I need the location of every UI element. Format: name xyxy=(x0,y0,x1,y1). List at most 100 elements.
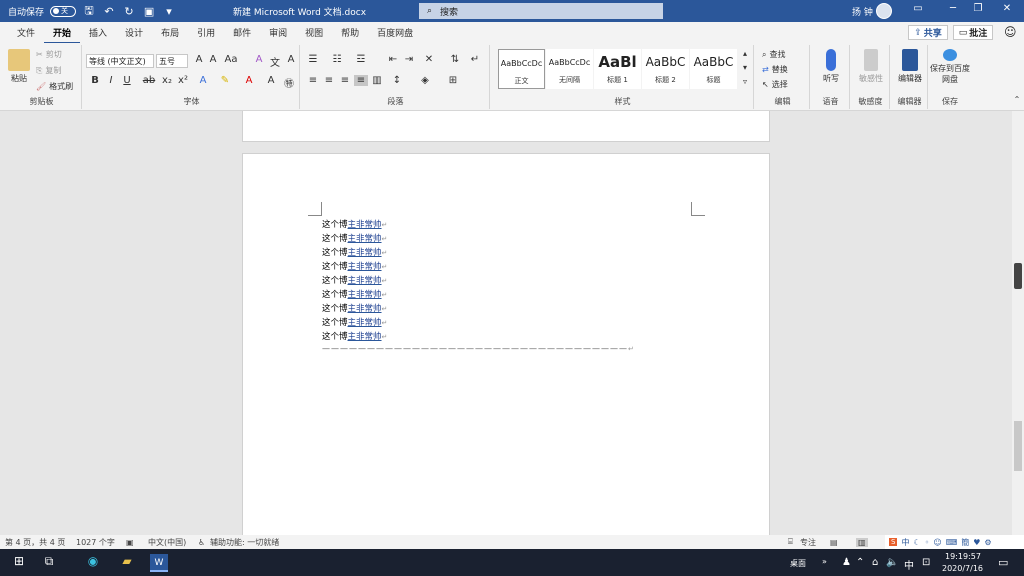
tab-help[interactable]: 帮助 xyxy=(332,26,368,39)
user-name[interactable]: 扬 钟 xyxy=(852,5,873,18)
change-case-icon[interactable]: Aa xyxy=(224,54,238,65)
style-no-spacing[interactable]: AaBbCcDc 无间隔 xyxy=(546,49,593,89)
text-line[interactable]: 这个博主非常帅↵ xyxy=(322,330,387,342)
line-spacing-icon[interactable]: ↕ xyxy=(390,75,404,86)
language-status[interactable]: 中文(中国) xyxy=(148,537,186,548)
punct-icon[interactable]: ◦ xyxy=(925,538,930,547)
shrink-font-icon[interactable]: A xyxy=(206,54,220,65)
styles-scroll-up-icon[interactable]: ▴ xyxy=(738,49,752,58)
tab-baidu-netdisk[interactable]: 百度网盘 xyxy=(368,26,422,39)
share-button[interactable]: ⇪ 共享 xyxy=(908,25,948,40)
keyboard-icon[interactable]: ⌨ xyxy=(946,538,958,547)
distributed-icon[interactable]: ▥ xyxy=(370,75,384,86)
word-count[interactable]: 1027 个字 xyxy=(76,537,115,548)
scroll-thumb[interactable] xyxy=(1014,421,1022,471)
align-right-icon[interactable]: ≡ xyxy=(338,75,352,86)
avatar[interactable] xyxy=(876,3,892,19)
sensitivity-button[interactable]: 敏感性 xyxy=(856,49,886,84)
grow-font-icon[interactable]: A xyxy=(192,54,206,65)
ribbon-display-icon[interactable]: ▭ xyxy=(908,3,928,14)
editor-button[interactable]: 编辑器 xyxy=(895,49,925,84)
cut-button[interactable]: ✂ 剪切 xyxy=(36,49,62,60)
document-title[interactable]: 新建 Microsoft Word 文档.docx xyxy=(233,5,366,18)
word-taskbar-icon[interactable]: W xyxy=(150,554,168,572)
save-to-baidu-button[interactable]: 保存到百度网盘 xyxy=(930,49,970,85)
styles-scroll-down-icon[interactable]: ▾ xyxy=(738,63,752,72)
decrease-indent-icon[interactable]: ⇤ xyxy=(386,54,400,65)
volume-icon[interactable]: 🔈 xyxy=(886,557,898,568)
page-count[interactable]: 第 4 页，共 4 页 xyxy=(5,537,65,548)
tab-insert[interactable]: 插入 xyxy=(80,26,116,39)
text-line[interactable]: 这个博主非常帅↵ xyxy=(322,288,387,300)
separator-line[interactable]: ——————————————————————————————————↵ xyxy=(322,344,635,353)
emoji-icon[interactable]: ☺ xyxy=(933,538,941,547)
strikethrough-icon[interactable]: ab xyxy=(142,75,156,86)
skin-icon[interactable]: ♥ xyxy=(973,538,980,547)
text-line[interactable]: 这个博主非常帅↵ xyxy=(322,302,387,314)
enclose-characters-icon[interactable]: ㊕ xyxy=(282,75,296,90)
tab-design[interactable]: 设计 xyxy=(116,26,152,39)
chevron-icon[interactable]: » xyxy=(822,557,827,566)
focus-mode-button[interactable]: 专注 xyxy=(800,537,816,548)
tab-file[interactable]: 文件 xyxy=(8,26,44,39)
replace-button[interactable]: ⇄ 替换 xyxy=(762,64,788,75)
close-icon[interactable]: ✕ xyxy=(997,3,1017,14)
style-normal[interactable]: AaBbCcDc 正文 xyxy=(498,49,545,89)
text-effects-icon[interactable]: A xyxy=(196,75,210,86)
select-button[interactable]: ↖ 选择 xyxy=(762,79,788,90)
proofing-icon[interactable]: ▣ xyxy=(126,538,134,547)
dictate-button[interactable]: 听写 xyxy=(816,49,846,84)
collapse-ribbon-icon[interactable]: ⌃ xyxy=(1010,95,1024,104)
search-box[interactable]: ⌕ 搜索 xyxy=(419,3,663,19)
paste-button[interactable]: 粘贴 xyxy=(6,49,32,84)
tab-home[interactable]: 开始 xyxy=(44,26,81,44)
borders-icon[interactable]: ⊞ xyxy=(446,75,460,86)
undo-icon[interactable]: ↶ xyxy=(102,5,116,18)
tab-references[interactable]: 引用 xyxy=(188,26,224,39)
bold-icon[interactable]: B xyxy=(88,75,102,86)
moon-icon[interactable]: ☾ xyxy=(913,538,920,547)
style-heading-1[interactable]: AaBl 标题 1 xyxy=(594,49,641,89)
align-center-icon[interactable]: ≡ xyxy=(322,75,336,86)
subscript-icon[interactable]: x₂ xyxy=(160,75,174,86)
clock-time[interactable]: 19:19:57 xyxy=(945,552,981,561)
bullets-icon[interactable]: ☰ xyxy=(306,54,320,65)
restore-icon[interactable]: ❐ xyxy=(968,3,988,14)
text-line[interactable]: 这个博主非常帅↵ xyxy=(322,232,387,244)
accessibility-status[interactable]: 辅助功能: 一切就绪 xyxy=(210,537,279,548)
style-heading-2[interactable]: AaBbC 标题 2 xyxy=(642,49,689,89)
task-view-icon[interactable]: ⧉ xyxy=(40,554,58,572)
text-line[interactable]: 这个博主非常帅↵ xyxy=(322,316,387,328)
notification-icon[interactable]: ▭ xyxy=(998,556,1008,569)
increase-indent-icon[interactable]: ⇥ xyxy=(402,54,416,65)
customize-qat-icon[interactable]: ▾ xyxy=(162,5,176,18)
minimize-icon[interactable]: ─ xyxy=(943,3,963,14)
print-layout-icon[interactable]: ▥ xyxy=(856,537,868,547)
italic-icon[interactable]: I xyxy=(104,75,118,86)
read-mode-icon[interactable]: ▤ xyxy=(830,538,838,547)
autosave-toggle[interactable]: 关 xyxy=(50,5,77,17)
desktop-toolbar[interactable]: 桌面 xyxy=(790,558,806,569)
tab-review[interactable]: 审阅 xyxy=(260,26,296,39)
font-name-select[interactable]: 等线 (中文正文) xyxy=(86,54,154,68)
numbering-icon[interactable]: ☷ xyxy=(330,54,344,65)
new-doc-icon[interactable]: ▣ xyxy=(142,5,156,18)
vertical-scrollbar[interactable] xyxy=(1012,111,1024,535)
copy-button[interactable]: ⎘ 复制 xyxy=(36,65,61,76)
style-title[interactable]: AaBbC 标题 xyxy=(690,49,737,89)
multilevel-list-icon[interactable]: ☲ xyxy=(354,54,368,65)
highlight-icon[interactable]: ✎ xyxy=(218,75,232,86)
tray-person-icon[interactable]: ♟ xyxy=(842,557,851,568)
align-left-icon[interactable]: ≡ xyxy=(306,75,320,86)
phonetic-guide-icon[interactable]: 文 xyxy=(268,54,282,69)
text-line[interactable]: 这个博主非常帅↵ xyxy=(322,274,387,286)
clock-date[interactable]: 2020/7/16 xyxy=(942,564,983,573)
ime-indicator[interactable]: 中 xyxy=(904,557,914,572)
page-current[interactable]: 这个博主非常帅↵ 这个博主非常帅↵ 这个博主非常帅↵ 这个博主非常帅↵ 这个博主… xyxy=(242,153,770,535)
show-hidden-icons[interactable]: ⌃ xyxy=(856,557,864,568)
shading-icon[interactable]: ◈ xyxy=(418,75,432,86)
font-color-icon[interactable]: A xyxy=(242,75,256,86)
feedback-smiley-icon[interactable]: ☺ xyxy=(1004,25,1017,39)
settings-gear-icon[interactable]: ⚙ xyxy=(984,538,991,547)
text-line[interactable]: 这个博主非常帅↵ xyxy=(322,246,387,258)
